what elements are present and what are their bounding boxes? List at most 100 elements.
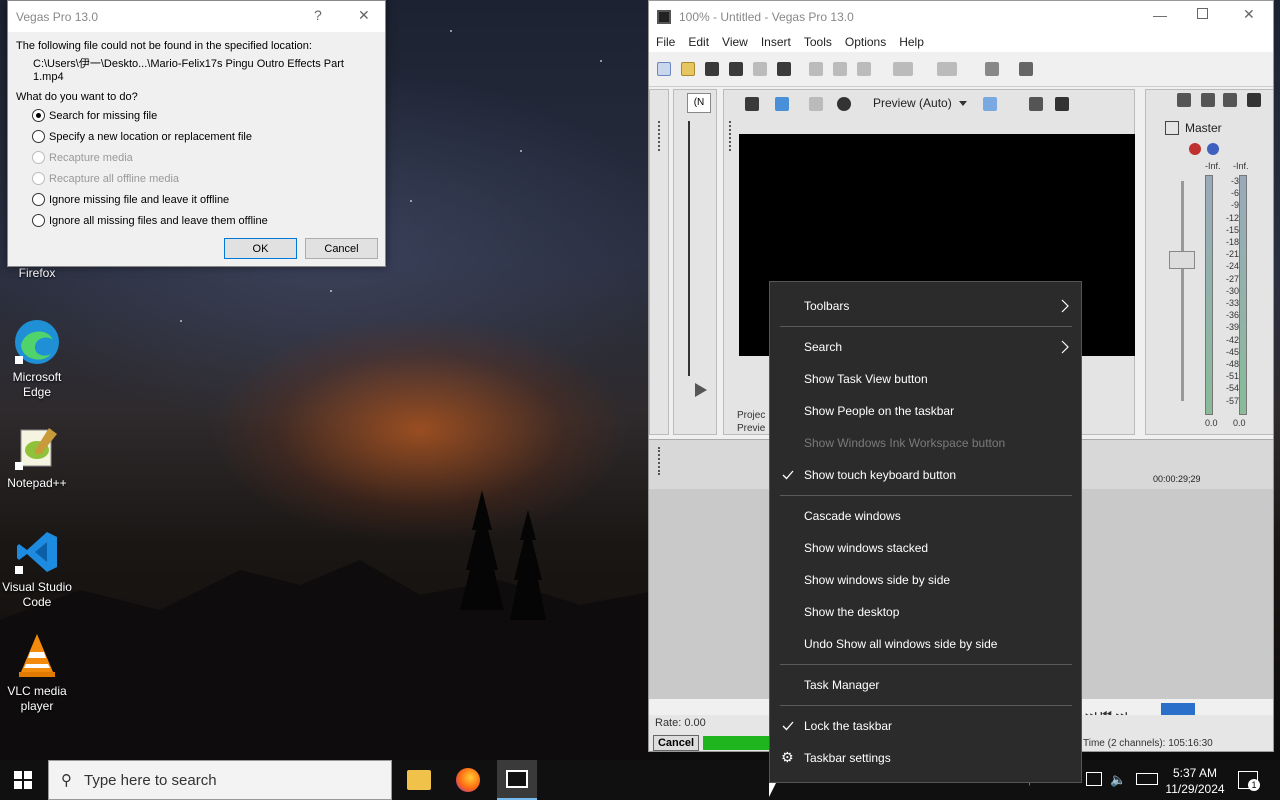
- option-ignore-missing[interactable]: Ignore missing file and leave it offline: [32, 189, 377, 210]
- split-screen-icon[interactable]: [837, 97, 851, 111]
- radio[interactable]: [32, 193, 45, 206]
- desktop-icon-edge[interactable]: Microsoft Edge: [2, 318, 72, 400]
- desktop-icon-label: Notepad++: [7, 476, 67, 490]
- master-fader[interactable]: [1169, 251, 1195, 269]
- timeline-grip[interactable]: [658, 447, 661, 475]
- chevron-down-icon[interactable]: [959, 101, 967, 106]
- help-button[interactable]: ?: [314, 7, 322, 23]
- overlays-icon[interactable]: [983, 97, 997, 111]
- desktop-icon-vlc[interactable]: VLC media player: [2, 632, 72, 714]
- render-icon[interactable]: [753, 62, 767, 76]
- menu-item-touch-keyboard[interactable]: Show touch keyboard button: [770, 459, 1081, 491]
- menu-insert[interactable]: Insert: [761, 35, 791, 49]
- menu-item-lock-taskbar[interactable]: Lock the taskbar: [770, 710, 1081, 742]
- option-ignore-all[interactable]: Ignore all missing files and leave them …: [32, 210, 377, 231]
- menu-item-cascade[interactable]: Cascade windows: [770, 500, 1081, 532]
- taskbar-search-box[interactable]: ⚲ Type here to search: [48, 760, 392, 800]
- desktop-icon-label: Microsoft Edge: [12, 370, 62, 399]
- missing-file-dialog: Vegas Pro 13.0 ? ✕ The following file co…: [7, 0, 386, 267]
- network-icon[interactable]: [1086, 772, 1102, 786]
- menu-item-taskbar-settings[interactable]: ⚙ Taskbar settings: [770, 742, 1081, 774]
- dim-icon[interactable]: [1223, 93, 1237, 107]
- preview-properties-icon[interactable]: [745, 97, 759, 111]
- menu-item-show-desktop[interactable]: Show the desktop: [770, 596, 1081, 628]
- downmix-icon[interactable]: [1201, 93, 1215, 107]
- menu-help[interactable]: Help: [899, 35, 924, 49]
- vegas-icon: [506, 770, 528, 788]
- meter-tick-label: -12: [1225, 212, 1239, 223]
- menu-view[interactable]: View: [722, 35, 748, 49]
- undo-icon[interactable]: [893, 62, 913, 76]
- trimmer-tab[interactable]: (N: [687, 93, 711, 113]
- menu-item-label: Show People on the taskbar: [804, 404, 955, 418]
- vegas-taskbar-button[interactable]: [497, 760, 537, 800]
- menu-item-search[interactable]: Search: [770, 331, 1081, 363]
- option-specify-location[interactable]: Specify a new location or replacement fi…: [32, 126, 377, 147]
- close-icon[interactable]: ✕: [1243, 6, 1255, 23]
- mixer-icon[interactable]: [1247, 93, 1261, 107]
- save-snapshot-icon[interactable]: [1055, 97, 1069, 111]
- search-placeholder: Type here to search: [84, 771, 217, 789]
- dialog-message: The following file could not be found in…: [16, 40, 312, 52]
- windows-start-icon[interactable]: [14, 771, 32, 789]
- radio[interactable]: [32, 214, 45, 227]
- file-explorer-icon[interactable]: [407, 770, 431, 790]
- dock-grip[interactable]: [658, 121, 661, 151]
- menu-item-stacked[interactable]: Show windows stacked: [770, 532, 1081, 564]
- play-icon[interactable]: [695, 383, 707, 397]
- radio[interactable]: [32, 130, 45, 143]
- taskbar-clock[interactable]: 5:37 AM 11/29/2024: [1160, 765, 1230, 797]
- cut-icon[interactable]: [809, 62, 823, 76]
- notification-center-icon[interactable]: 1: [1238, 771, 1260, 791]
- normal-tool-icon[interactable]: [1019, 62, 1033, 76]
- menu-item-task-view[interactable]: Show Task View button: [770, 363, 1081, 395]
- project-label: Projec: [737, 410, 766, 421]
- copy-snapshot-icon[interactable]: [1029, 97, 1043, 111]
- fx-icon[interactable]: [809, 97, 823, 111]
- fx-chain-icon[interactable]: [1189, 143, 1201, 155]
- new-icon[interactable]: [657, 62, 671, 76]
- meter-tick-labels: -3 -6 -9 -12 -15 -18 -21 -24 -27 -30 -33 -36 -39 -42-…: [1215, 175, 1239, 407]
- maximize-icon[interactable]: [1197, 8, 1208, 19]
- desktop-icon-notepadpp[interactable]: Notepad++: [2, 424, 72, 491]
- close-button[interactable]: ✕: [358, 7, 370, 24]
- touch-keyboard-icon[interactable]: [1136, 773, 1158, 785]
- menu-item-task-manager[interactable]: Task Manager: [770, 669, 1081, 701]
- radio-selected[interactable]: [32, 109, 45, 122]
- preview-grip[interactable]: [729, 121, 732, 151]
- properties-icon[interactable]: [777, 62, 791, 76]
- save-icon[interactable]: [705, 62, 719, 76]
- menu-tools[interactable]: Tools: [804, 35, 832, 49]
- menu-item-label: Lock the taskbar: [804, 719, 893, 733]
- save-as-icon[interactable]: [729, 62, 743, 76]
- menu-item-undo-side-by-side[interactable]: Undo Show all windows side by side: [770, 628, 1081, 660]
- volume-muted-icon[interactable]: 🔈: [1110, 772, 1126, 787]
- cancel-button[interactable]: Cancel: [305, 238, 378, 259]
- menu-item-toolbars[interactable]: Toolbars: [770, 290, 1081, 322]
- master-properties-icon[interactable]: [1177, 93, 1191, 107]
- edit-tool-icon[interactable]: [985, 62, 999, 76]
- open-icon[interactable]: [681, 62, 695, 76]
- render-cancel-button[interactable]: Cancel: [653, 735, 699, 751]
- redo-icon[interactable]: [937, 62, 957, 76]
- paste-icon[interactable]: [857, 62, 871, 76]
- menu-item-side-by-side[interactable]: Show windows side by side: [770, 564, 1081, 596]
- preview-quality-select[interactable]: Preview (Auto): [873, 96, 952, 110]
- menu-item-people[interactable]: Show People on the taskbar: [770, 395, 1081, 427]
- menu-file[interactable]: File: [656, 35, 675, 49]
- desktop-icon-firefox[interactable]: Firefox: [2, 266, 72, 281]
- ok-button[interactable]: OK: [224, 238, 297, 259]
- external-monitor-icon[interactable]: [775, 97, 789, 111]
- vegas-menubar: File Edit View Insert Tools Options Help: [649, 32, 1273, 52]
- desktop-icon-vscode[interactable]: Visual Studio Code: [2, 528, 72, 610]
- firefox-icon[interactable]: [456, 768, 480, 792]
- search-icon: ⚲: [61, 772, 72, 789]
- menu-options[interactable]: Options: [845, 35, 886, 49]
- dialog-titlebar[interactable]: Vegas Pro 13.0 ? ✕: [8, 1, 385, 32]
- copy-icon[interactable]: [833, 62, 847, 76]
- mute-icon[interactable]: [1207, 143, 1219, 155]
- menu-edit[interactable]: Edit: [688, 35, 709, 49]
- vegas-titlebar[interactable]: 100% - Untitled - Vegas Pro 13.0 — ✕: [649, 1, 1273, 32]
- option-search-missing[interactable]: Search for missing file: [32, 105, 377, 126]
- minimize-icon[interactable]: —: [1153, 7, 1167, 23]
